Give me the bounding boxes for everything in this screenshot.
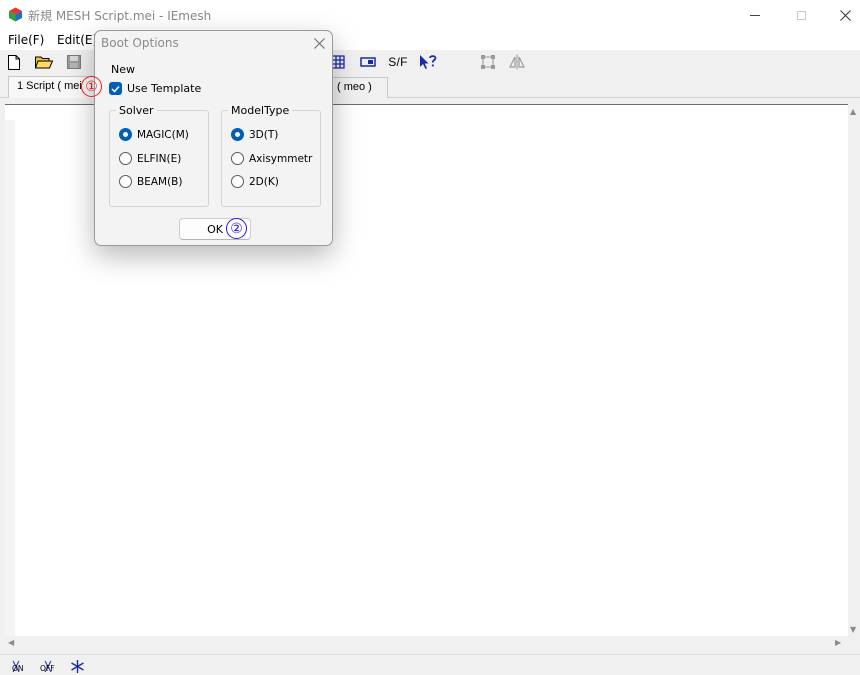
radio-model-axisymmetric[interactable]: Axisymmetr xyxy=(231,152,312,165)
radio-selected[interactable] xyxy=(231,128,244,141)
title-bar: 新規 MESH Script.mei - IEmesh xyxy=(0,0,860,30)
component-button[interactable] xyxy=(359,53,377,71)
editor-gutter xyxy=(5,120,15,636)
new-file-button[interactable] xyxy=(6,53,22,71)
new-file-icon xyxy=(8,54,20,70)
window-title: 新規 MESH Script.mei - IEmesh xyxy=(28,9,212,23)
radio-label: 2D(K) xyxy=(249,175,279,188)
menu-file[interactable]: File(F) xyxy=(8,33,44,47)
radio-label: 3D(T) xyxy=(249,128,279,141)
dialog-title: Boot Options xyxy=(101,36,179,50)
radio-solver-elfin[interactable]: ELFIN(E) xyxy=(119,152,181,165)
radio-unselected[interactable] xyxy=(119,152,132,165)
menu-edit[interactable]: Edit(E) xyxy=(57,33,97,47)
radio-unselected[interactable] xyxy=(231,175,244,188)
scroll-down-arrow[interactable]: ▼ xyxy=(850,626,856,634)
asterisk-icon xyxy=(71,659,84,673)
off-toggle-button[interactable]: OFF xyxy=(40,659,58,673)
on-toggle-button[interactable]: ON xyxy=(11,659,29,673)
radio-selected[interactable] xyxy=(119,128,132,141)
dialog-close-button[interactable] xyxy=(310,34,328,52)
mirror-button[interactable] xyxy=(508,53,526,71)
grid-icon xyxy=(331,55,345,69)
close-icon xyxy=(839,9,851,21)
context-help-icon xyxy=(420,55,437,69)
radio-label: BEAM(B) xyxy=(137,175,183,188)
annotation-step-1: ① xyxy=(81,76,102,97)
radio-model-3d[interactable]: 3D(T) xyxy=(231,128,278,141)
off-toggle-icon: OFF xyxy=(40,660,55,673)
status-bar: ON OFF xyxy=(0,654,860,675)
tab-script-meo[interactable]: ( meo ) xyxy=(324,77,388,98)
radio-unselected[interactable] xyxy=(119,175,132,188)
app-icon xyxy=(9,7,22,22)
solver-group: Solver MAGIC(M) ELFIN(E) BEAM(B) xyxy=(109,104,209,207)
mirror-icon xyxy=(509,54,525,70)
use-template-checkbox[interactable]: Use Template xyxy=(109,82,201,95)
modeltype-group: ModelType 3D(T) Axisymmetr 2D(K) xyxy=(221,104,321,207)
radio-unselected[interactable] xyxy=(231,152,244,165)
svg-text:ON: ON xyxy=(12,664,24,673)
context-help-button[interactable] xyxy=(418,53,438,71)
scroll-up-arrow[interactable]: ▲ xyxy=(850,108,856,116)
radio-solver-beam[interactable]: BEAM(B) xyxy=(119,175,182,188)
open-file-button[interactable] xyxy=(34,53,54,71)
maximize-icon xyxy=(796,10,806,20)
radio-label: MAGIC(M) xyxy=(137,128,189,141)
scroll-left-arrow[interactable]: ◀ xyxy=(8,639,14,647)
radio-label: Axisymmetr xyxy=(249,152,313,165)
close-icon xyxy=(313,37,325,49)
node-select-button[interactable] xyxy=(479,53,497,71)
checkmark-icon xyxy=(111,85,120,93)
use-template-label: Use Template xyxy=(127,82,202,95)
new-section-label: New xyxy=(111,63,135,76)
boot-options-dialog: Boot Options New Use Template Solver MAG… xyxy=(94,30,333,246)
vertical-scrollbar[interactable]: ▲ ▼ xyxy=(848,104,860,636)
minimize-icon xyxy=(750,14,760,16)
checkbox-checked[interactable] xyxy=(109,82,122,95)
horizontal-scrollbar[interactable]: ◀ ▶ xyxy=(5,636,848,650)
modeltype-group-label: ModelType xyxy=(228,104,293,117)
open-folder-icon xyxy=(35,56,53,69)
component-icon xyxy=(360,57,376,67)
radio-model-2d[interactable]: 2D(K) xyxy=(231,175,279,188)
radio-label: ELFIN(E) xyxy=(137,152,182,165)
scroll-right-arrow[interactable]: ▶ xyxy=(835,639,841,647)
radio-solver-magic[interactable]: MAGIC(M) xyxy=(119,128,189,141)
minimize-button[interactable] xyxy=(732,0,778,30)
sf-button[interactable]: S/F xyxy=(386,53,410,71)
node-select-icon xyxy=(481,55,495,69)
maximize-button[interactable] xyxy=(778,0,824,30)
annotation-step-2: ② xyxy=(226,218,247,239)
save-icon xyxy=(67,55,81,69)
close-window-button[interactable] xyxy=(822,0,860,30)
svg-text:OFF: OFF xyxy=(40,664,55,673)
asterisk-button[interactable] xyxy=(70,659,85,673)
solver-group-label: Solver xyxy=(116,104,157,117)
on-toggle-icon: ON xyxy=(12,660,24,673)
save-button[interactable] xyxy=(66,53,82,71)
